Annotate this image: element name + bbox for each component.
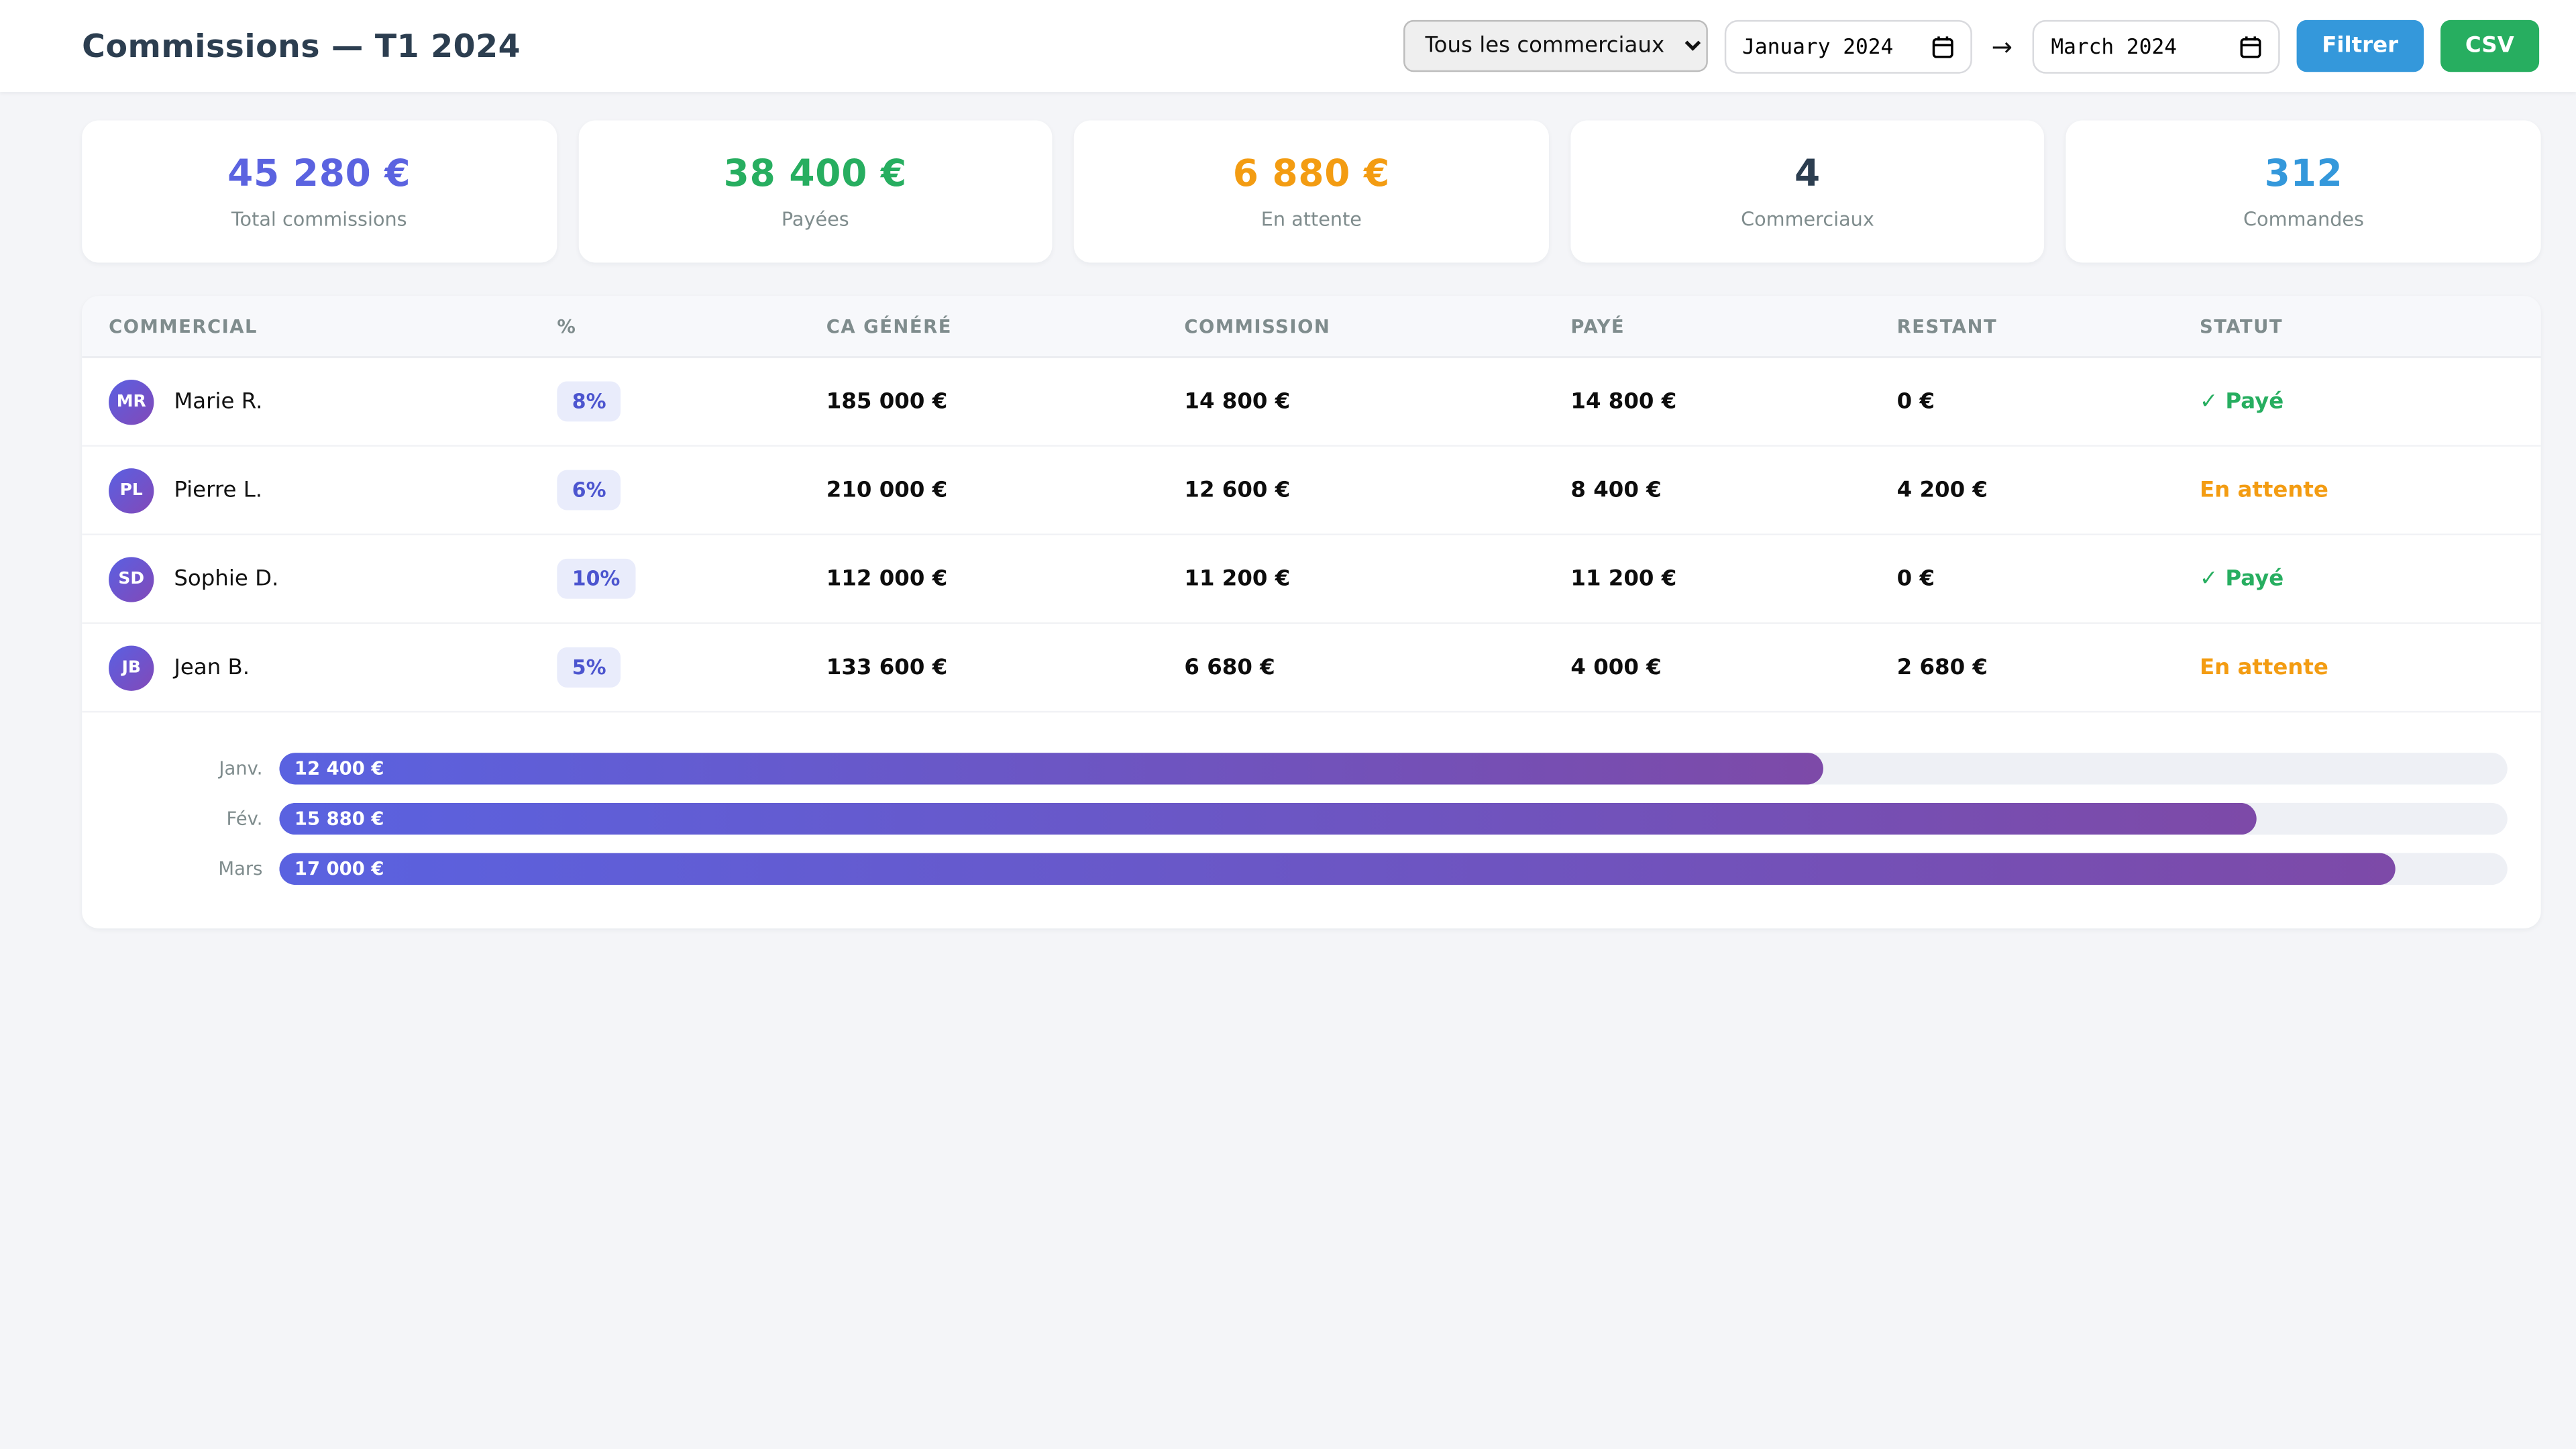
avatar: PL xyxy=(109,468,154,513)
table-row[interactable]: JB Jean B. 5% 133 600 € 6 680 € 4 000 € … xyxy=(82,624,2540,712)
rep-filter-select[interactable]: Tous les commerciaux xyxy=(1403,20,1707,72)
column-header-commercial: COMMERCIAL xyxy=(109,315,557,337)
status-badge: ✓ Payé xyxy=(2200,566,2541,591)
column-header-status: STATUT xyxy=(2200,315,2541,337)
stat-value: 312 xyxy=(2080,154,2527,195)
ca-value: 210 000 € xyxy=(826,478,1185,502)
stat-value: 38 400 € xyxy=(592,154,1039,195)
stat-label: Commandes xyxy=(2080,207,2527,231)
rep-identity: JB Jean B. xyxy=(109,645,557,690)
status-badge: En attente xyxy=(2200,655,2541,680)
rep-identity: PL Pierre L. xyxy=(109,468,557,513)
stat-card-pending: 6 880 € En attente xyxy=(1074,121,1548,263)
filter-button[interactable]: Filtrer xyxy=(2297,20,2424,72)
chart-bar-row: Janv. 12 400 € xyxy=(132,753,2508,784)
calendar-icon[interactable] xyxy=(1931,34,1953,58)
paid-value: 8 400 € xyxy=(1570,478,1896,502)
rep-name: Sophie D. xyxy=(174,566,278,591)
bar-value-label: 12 400 € xyxy=(279,758,384,780)
avatar: JB xyxy=(109,645,154,690)
chart-bar-row: Mars 17 000 € xyxy=(132,853,2508,885)
date-to-value: March 2024 xyxy=(2051,34,2177,58)
page-title: Commissions — T1 2024 xyxy=(82,28,521,64)
bar-fill: 15 880 € xyxy=(279,803,2255,835)
rep-name: Marie R. xyxy=(174,389,262,414)
ca-value: 185 000 € xyxy=(826,389,1185,414)
status-badge: En attente xyxy=(2200,478,2541,502)
csv-export-button[interactable]: CSV xyxy=(2440,20,2539,72)
rate-badge: 5% xyxy=(557,647,621,688)
avatar: MR xyxy=(109,379,154,424)
table-header-row: COMMERCIAL % CA GÉNÉRÉ COMMISSION PAYÉ R… xyxy=(82,296,2540,358)
stat-card-reps-count: 4 Commerciaux xyxy=(1570,121,2045,263)
avatar: SD xyxy=(109,556,154,601)
commission-value: 11 200 € xyxy=(1184,566,1570,591)
stat-cards: 45 280 € Total commissions 38 400 € Payé… xyxy=(0,92,2576,262)
monthly-commissions-chart: Janv. 12 400 € Fév. 15 880 € Mars xyxy=(82,712,2540,895)
month-label: Janv. xyxy=(132,758,279,780)
column-header-paid: PAYÉ xyxy=(1570,315,1896,337)
remaining-value: 2 680 € xyxy=(1897,655,2200,680)
stat-value: 6 880 € xyxy=(1087,154,1535,195)
commissions-table-card: COMMERCIAL % CA GÉNÉRÉ COMMISSION PAYÉ R… xyxy=(82,296,2540,928)
ca-value: 133 600 € xyxy=(826,655,1185,680)
commissions-dashboard: Commissions — T1 2024 Tous les commercia… xyxy=(0,0,2576,1448)
rate-badge: 10% xyxy=(557,559,635,599)
stat-card-paid: 38 400 € Payées xyxy=(578,121,1053,263)
remaining-value: 4 200 € xyxy=(1897,478,2200,502)
top-bar: Commissions — T1 2024 Tous les commercia… xyxy=(0,0,2576,92)
header-controls: Tous les commerciaux January 2024 → Marc… xyxy=(1403,19,2539,73)
rate-badge: 6% xyxy=(557,470,621,511)
column-header-rate: % xyxy=(557,315,826,337)
bar-value-label: 15 880 € xyxy=(279,808,384,829)
remaining-value: 0 € xyxy=(1897,566,2200,591)
table-row[interactable]: PL Pierre L. 6% 210 000 € 12 600 € 8 400… xyxy=(82,447,2540,535)
paid-value: 11 200 € xyxy=(1570,566,1896,591)
month-label: Mars xyxy=(132,858,279,879)
column-header-remaining: RESTANT xyxy=(1897,315,2200,337)
stat-card-total-commissions: 45 280 € Total commissions xyxy=(82,121,556,263)
stat-value: 4 xyxy=(1584,154,2031,195)
stat-card-orders-count: 312 Commandes xyxy=(2066,121,2540,263)
commission-value: 6 680 € xyxy=(1184,655,1570,680)
rate-badge: 8% xyxy=(557,382,621,422)
status-badge: ✓ Payé xyxy=(2200,389,2541,414)
bar-track: 12 400 € xyxy=(279,753,2507,784)
month-label: Fév. xyxy=(132,808,279,829)
chart-bar-row: Fév. 15 880 € xyxy=(132,803,2508,835)
table-row[interactable]: MR Marie R. 8% 185 000 € 14 800 € 14 800… xyxy=(82,358,2540,447)
stat-value: 45 280 € xyxy=(95,154,543,195)
stat-label: En attente xyxy=(1087,207,1535,231)
rep-identity: SD Sophie D. xyxy=(109,556,557,601)
rep-name: Pierre L. xyxy=(174,478,262,502)
date-from-value: January 2024 xyxy=(1742,34,1893,58)
date-range-arrow: → xyxy=(1988,31,2016,61)
bar-track: 15 880 € xyxy=(279,803,2507,835)
commission-value: 12 600 € xyxy=(1184,478,1570,502)
paid-value: 4 000 € xyxy=(1570,655,1896,680)
commission-value: 14 800 € xyxy=(1184,389,1570,414)
bar-fill: 12 400 € xyxy=(279,753,1823,784)
column-header-ca: CA GÉNÉRÉ xyxy=(826,315,1185,337)
remaining-value: 0 € xyxy=(1897,389,2200,414)
rep-identity: MR Marie R. xyxy=(109,379,557,424)
bar-track: 17 000 € xyxy=(279,853,2507,885)
bar-value-label: 17 000 € xyxy=(279,858,384,879)
stat-label: Payées xyxy=(592,207,1039,231)
rep-name: Jean B. xyxy=(174,655,250,680)
stat-label: Total commissions xyxy=(95,207,543,231)
bar-fill: 17 000 € xyxy=(279,853,2395,885)
ca-value: 112 000 € xyxy=(826,566,1185,591)
calendar-icon[interactable] xyxy=(2240,34,2261,58)
date-to-input[interactable]: March 2024 xyxy=(2033,19,2280,73)
paid-value: 14 800 € xyxy=(1570,389,1896,414)
column-header-commission: COMMISSION xyxy=(1184,315,1570,337)
table-row[interactable]: SD Sophie D. 10% 112 000 € 11 200 € 11 2… xyxy=(82,535,2540,624)
stat-label: Commerciaux xyxy=(1584,207,2031,231)
date-from-input[interactable]: January 2024 xyxy=(1724,19,1972,73)
